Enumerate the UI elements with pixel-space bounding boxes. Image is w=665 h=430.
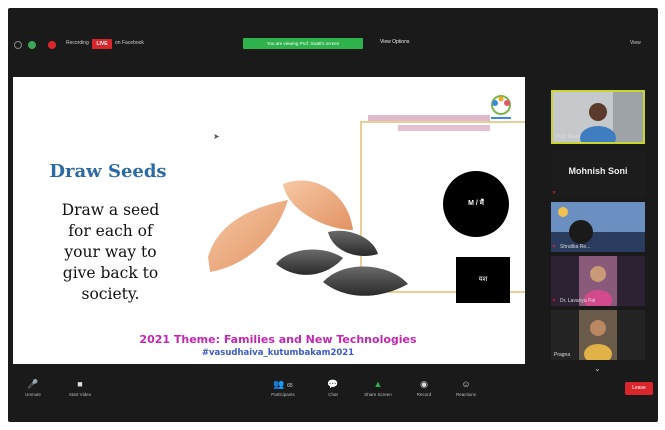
mic-muted-icon: ✕ xyxy=(552,190,557,196)
participants-label: Participants xyxy=(271,392,295,397)
record-label: Record xyxy=(416,392,432,397)
participant-tile[interactable]: Prof. Swati xyxy=(551,90,645,144)
record-icon: ◉ xyxy=(420,379,428,389)
peach-seed xyxy=(208,200,288,272)
overlay-strip xyxy=(368,115,490,121)
mic-muted-icon: ✕ xyxy=(552,298,557,304)
participant-name: Pragna xyxy=(554,352,571,358)
start-video-button[interactable]: ■ Start Video xyxy=(58,378,102,397)
participants-icon: 👥 65 xyxy=(273,379,293,389)
logo-icon xyxy=(491,95,511,119)
slide-body-line: your way to xyxy=(64,243,157,261)
live-badge[interactable]: LIVE xyxy=(92,39,112,49)
mouse-cursor-icon: ➤ xyxy=(213,132,220,141)
participants-panel: Prof. Swati Mohnish Soni ✕ ✕ Shrutika Re… xyxy=(542,78,658,374)
hashtag-text: #vasudhaiva_kutumbakam2021 xyxy=(201,348,355,358)
theme-text: 2021 Theme: Families and New Technologie… xyxy=(139,333,417,346)
screen-share-banner: You are viewing Prof. Swati's screen xyxy=(243,38,363,49)
slide-body-line: Draw a seed xyxy=(61,201,160,219)
zoom-window: Recording LIVE on Facebook You are viewi… xyxy=(8,8,658,422)
dark-seed xyxy=(328,230,378,256)
participants-button[interactable]: 👥 65 Participants xyxy=(261,378,305,397)
chat-button[interactable]: 💬 Chat xyxy=(311,378,355,397)
mic-muted-icon: 🎤 xyxy=(27,379,39,389)
chat-label: Chat xyxy=(328,392,338,397)
overlay-strip xyxy=(398,125,490,131)
unmute-label: Unmute xyxy=(25,392,41,397)
share-screen-icon: ▲ xyxy=(373,379,383,389)
slide-body-line: for each of xyxy=(68,222,153,240)
leave-button[interactable]: Leave xyxy=(625,382,653,395)
box-label: यश xyxy=(456,257,510,303)
participant-tile[interactable]: Pragna xyxy=(551,310,645,360)
unmute-button[interactable]: 🎤 Unmute xyxy=(11,378,55,397)
top-bar: Recording LIVE on Facebook You are viewi… xyxy=(8,38,658,52)
seeds-illustration xyxy=(208,180,408,296)
info-icon[interactable] xyxy=(14,41,22,49)
circle-label: M / मैं xyxy=(443,171,509,237)
view-options-button[interactable]: View Options xyxy=(380,39,409,45)
shield-icon[interactable] xyxy=(28,41,36,49)
record-button[interactable]: ◉ Record xyxy=(402,378,446,397)
slide-body-line: give back to xyxy=(62,264,159,282)
reactions-label: Reactions xyxy=(455,392,476,397)
chat-icon: 💬 xyxy=(327,379,339,389)
live-destination[interactable]: on Facebook xyxy=(115,40,144,46)
participant-tile[interactable]: ✕ Shrutika Re... xyxy=(551,202,645,252)
recording-label: Recording xyxy=(66,40,89,46)
shared-slide: ➤ Draw Seeds Draw a seed for each of you… xyxy=(13,77,525,364)
participant-name: Shrutika Re... xyxy=(560,244,591,250)
participant-name: Prof. Swati xyxy=(556,134,581,140)
mic-muted-icon: ✕ xyxy=(552,244,557,250)
share-screen-label: Share Screen xyxy=(364,392,392,397)
recording-icon xyxy=(48,41,56,49)
reactions-icon: ☺ xyxy=(461,379,471,389)
view-button[interactable]: View xyxy=(630,40,641,46)
video-off-icon: ■ xyxy=(77,379,83,389)
start-video-label: Start Video xyxy=(68,392,92,397)
participants-count: 65 xyxy=(287,383,293,389)
participant-tile[interactable]: Mohnish Soni ✕ xyxy=(551,150,645,198)
dark-seed xyxy=(276,249,343,275)
reactions-button[interactable]: ☺ Reactions xyxy=(444,378,488,397)
participant-name: Dr. Lavanya Pal xyxy=(560,298,596,304)
participant-name: Mohnish Soni xyxy=(568,166,628,176)
slide-body-line: society. xyxy=(81,285,140,303)
chevron-down-icon[interactable]: ⌄ xyxy=(594,364,601,373)
participant-tile[interactable]: ✕ Dr. Lavanya Pal xyxy=(551,256,645,306)
dark-seed xyxy=(323,266,408,296)
slide-title: Draw Seeds xyxy=(49,161,167,182)
meeting-toolbar: 🎤 Unmute ■ Start Video 👥 65 Participants… xyxy=(8,378,658,402)
peach-seed xyxy=(283,180,353,230)
share-screen-button[interactable]: ▲ Share Screen xyxy=(356,378,400,397)
